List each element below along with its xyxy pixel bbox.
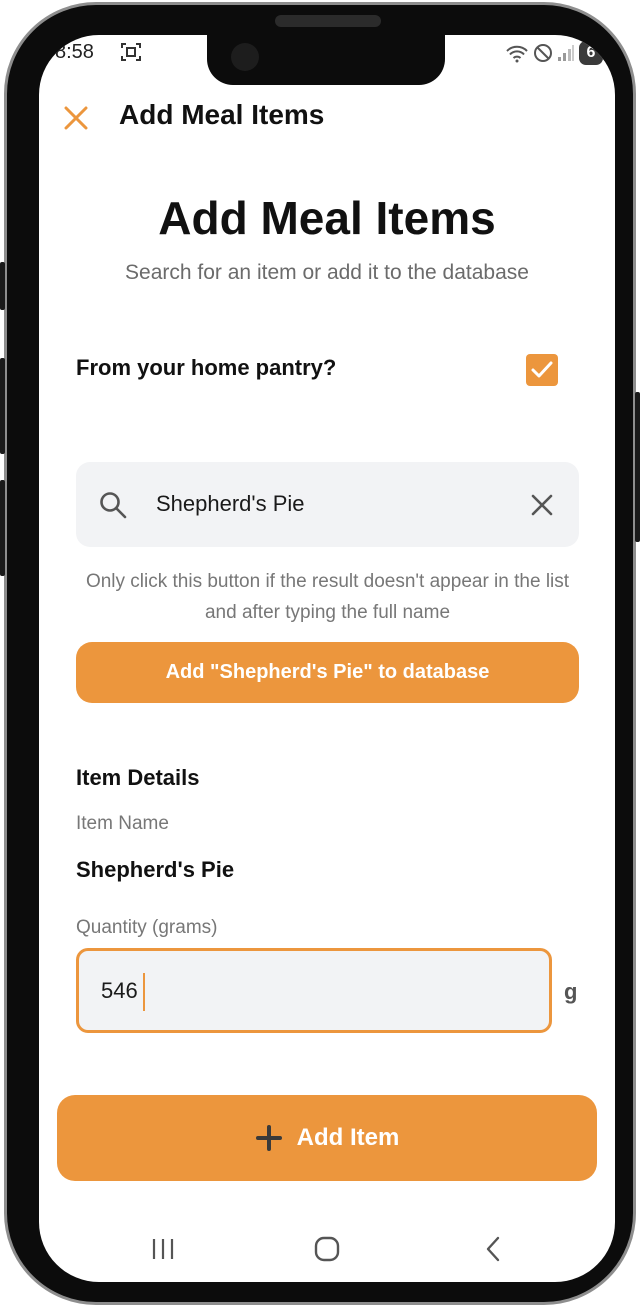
phone-speaker [275, 15, 381, 27]
back-icon [486, 1236, 500, 1262]
system-nav-bar [39, 1225, 615, 1275]
search-box [76, 462, 579, 547]
page-subtitle: Search for an item or add it to the data… [125, 261, 529, 284]
wifi-icon [506, 45, 528, 63]
database-hint-text: Only click this button if the result doe… [85, 571, 570, 623]
search-input[interactable] [156, 484, 516, 524]
do-not-disturb-icon [534, 44, 552, 62]
status-time: 8:58 [55, 41, 94, 63]
item-details-title: Item Details [76, 765, 200, 790]
camera-notch [207, 35, 445, 85]
add-to-database-button[interactable]: Add "Shepherd's Pie" to database [76, 642, 579, 703]
back-button[interactable] [473, 1231, 513, 1267]
quantity-input[interactable] [101, 973, 521, 1009]
recent-apps-button[interactable] [143, 1231, 183, 1267]
bixby-key [0, 480, 5, 576]
checkmark-icon [531, 361, 553, 378]
signal-icon [558, 45, 574, 61]
item-name-value: Shepherd's Pie [76, 857, 235, 882]
close-icon [64, 106, 88, 130]
screenshot-icon [121, 43, 141, 61]
status-icons: 6 [505, 41, 603, 65]
front-camera [231, 43, 259, 71]
plus-icon [255, 1125, 282, 1151]
home-icon [314, 1236, 340, 1262]
battery-icon: 6 [579, 41, 603, 65]
search-icon [100, 492, 127, 519]
volume-up-key [0, 262, 5, 310]
text-caret [143, 973, 145, 1011]
item-name-label: Item Name [76, 813, 169, 834]
recent-apps-icon [152, 1239, 174, 1259]
close-button[interactable] [59, 101, 93, 135]
volume-down-key [0, 358, 5, 454]
add-item-button[interactable]: Add Item [57, 1095, 597, 1181]
quantity-label: Quantity (grams) [76, 917, 218, 938]
add-item-label: Add Item [296, 1124, 400, 1151]
power-key [635, 392, 640, 542]
clear-search-icon[interactable] [527, 490, 557, 520]
header-title: Add Meal Items [119, 99, 325, 130]
phone-frame: 8:58 6 Add Meal Items Add Meal Items Sea… [4, 2, 636, 1305]
page-title: Add Meal Items [158, 192, 496, 244]
pantry-checkbox[interactable] [526, 354, 558, 386]
home-button[interactable] [307, 1231, 347, 1267]
pantry-question-label: From your home pantry? [76, 355, 337, 380]
quantity-field [76, 948, 552, 1033]
quantity-unit: g [564, 979, 578, 1004]
app-screen: 8:58 6 Add Meal Items Add Meal Items Sea… [39, 35, 615, 1282]
